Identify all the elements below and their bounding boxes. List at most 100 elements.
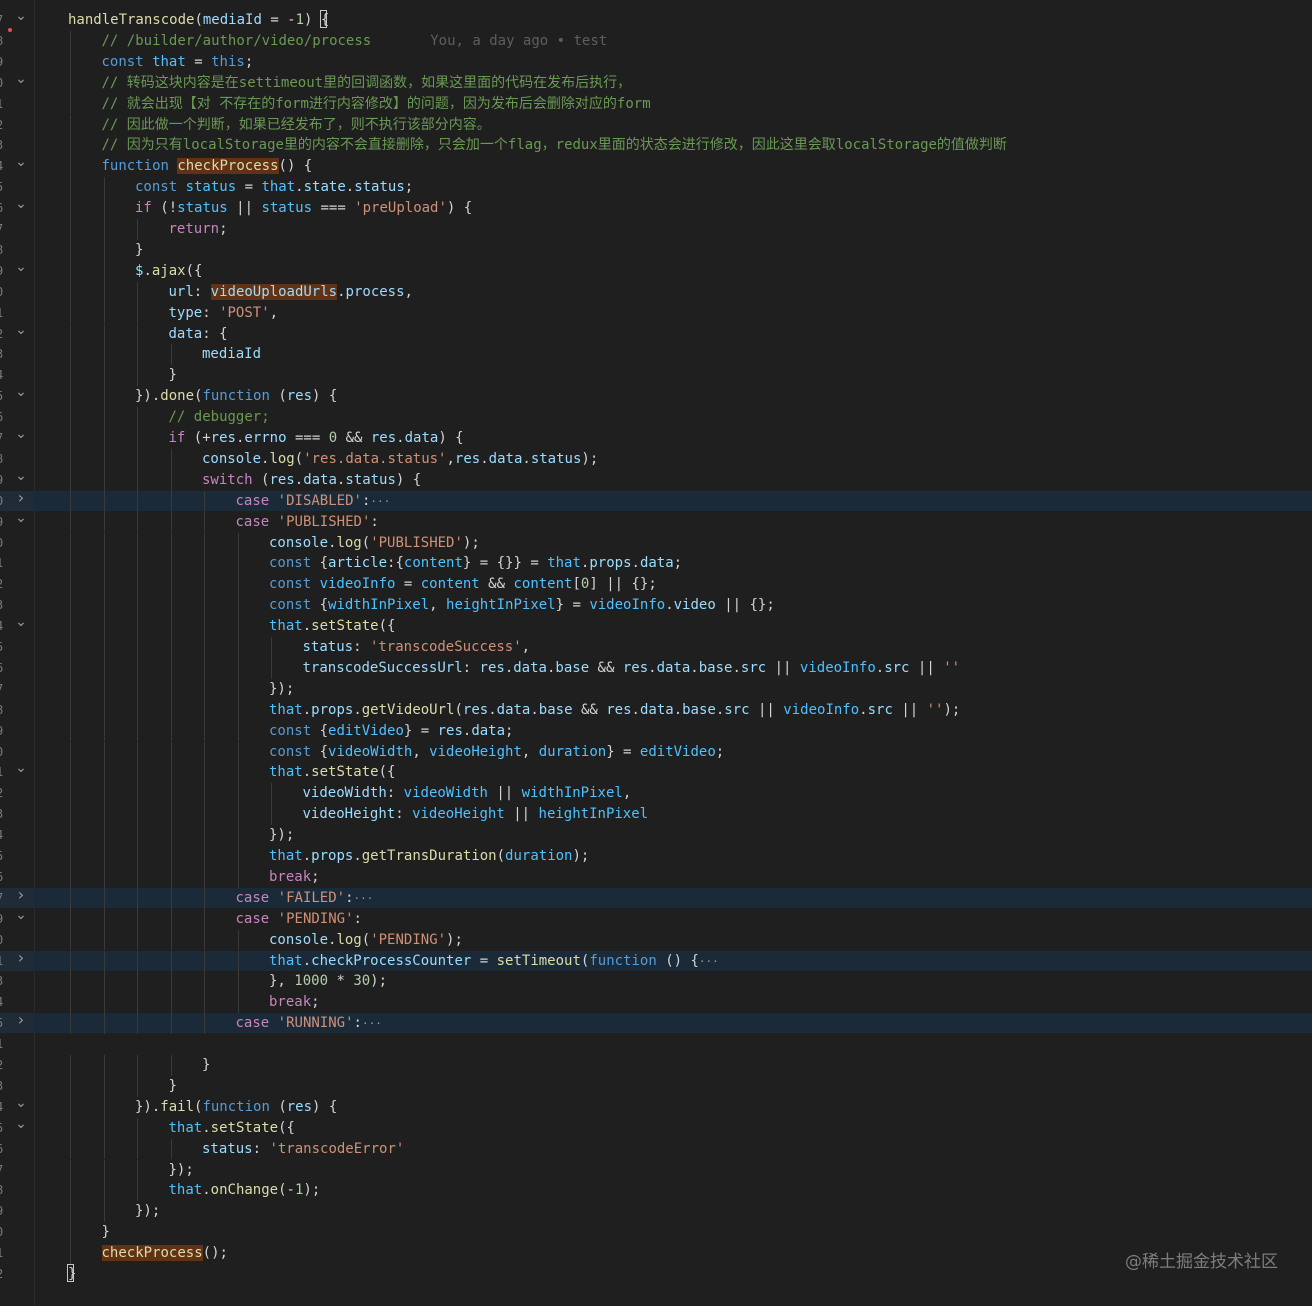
code-text[interactable]: handleTranscode(mediaId = -1) { xyxy=(68,12,329,28)
code-line[interactable]: 3 const {widthInPixel, heightInPixel} = v… xyxy=(0,595,1312,617)
code-line[interactable]: 5 › case 'RUNNING':··· xyxy=(0,1012,1312,1035)
code-line[interactable]: 3 mediaId xyxy=(0,344,1312,366)
code-text[interactable]: const {editVideo} = res.data; xyxy=(269,723,513,739)
code-line[interactable]: 9 ⌄ case 'PENDING': xyxy=(0,908,1312,930)
code-line[interactable]: 6 status: 'transcodeError' xyxy=(0,1138,1312,1160)
code-line[interactable]: 4 break; xyxy=(0,992,1312,1014)
code-line[interactable]: 1 // 就会出现【对 不存在的form进行内容修改】的问题，因为发布后会删除对应… xyxy=(0,93,1312,115)
code-line[interactable]: 3} xyxy=(0,1075,1312,1097)
code-text[interactable]: } xyxy=(169,367,177,383)
code-line[interactable]: 9⌄switch (res.data.status) { xyxy=(0,469,1312,491)
code-text[interactable]: }, 1000 * 30); xyxy=(269,973,387,989)
code-line[interactable]: 1›that.checkProcessCounter = setTimeout(… xyxy=(0,949,1312,972)
code-text[interactable]: const status = that.state.status; xyxy=(135,179,413,195)
code-text[interactable]: that.setState({ xyxy=(269,618,395,634)
code-text[interactable]: }); xyxy=(269,827,294,843)
code-line[interactable]: 6⌄if (!status || status === 'preUpload')… xyxy=(0,197,1312,219)
code-text[interactable]: type: 'POST', xyxy=(169,305,279,321)
code-line[interactable]: 1 xyxy=(0,1034,1312,1054)
code-text[interactable]: switch (res.data.status) { xyxy=(202,472,421,488)
code-text[interactable]: // 因为只有localStorage里的内容不会直接删除，只会加一个flag，… xyxy=(102,137,1007,153)
code-line[interactable]: 9 ⌄ case 'PUBLISHED': xyxy=(0,511,1312,533)
code-text[interactable]: // 就会出现【对 不存在的form进行内容修改】的问题，因为发布后会删除对应的… xyxy=(102,96,651,112)
code-text[interactable]: case 'DISABLED':··· xyxy=(236,493,391,510)
code-text[interactable]: videoHeight: videoHeight || heightInPixe… xyxy=(303,806,649,822)
code-line[interactable]: 7 return; xyxy=(0,219,1312,240)
code-text[interactable]: that.checkProcessCounter = setTimeout(fu… xyxy=(269,953,719,970)
code-text[interactable]: // debugger; xyxy=(169,409,270,425)
code-text[interactable]: case 'PENDING': xyxy=(236,911,362,927)
fold-chevron-down-icon[interactable]: ⌄ xyxy=(15,155,27,169)
fold-chevron-down-icon[interactable]: ⌄ xyxy=(15,761,27,775)
code-text[interactable]: break; xyxy=(269,869,320,885)
code-line[interactable]: 8console.log('res.data.status',res.data.… xyxy=(0,448,1312,470)
fold-chevron-down-icon[interactable]: ⌄ xyxy=(15,197,27,211)
fold-chevron-right-icon[interactable]: › xyxy=(15,1012,27,1028)
code-text[interactable]: function checkProcess() { xyxy=(102,158,312,175)
code-line[interactable]: 9 const that = this; xyxy=(0,51,1312,73)
code-text[interactable]: } xyxy=(102,1224,110,1240)
code-text[interactable]: const {videoWidth, videoHeight, duration… xyxy=(269,744,724,760)
code-line[interactable]: 0 › case 'DISABLED':··· xyxy=(0,489,1312,512)
code-line[interactable]: 2} xyxy=(0,1264,1312,1284)
code-line[interactable]: 1 type: 'POST', xyxy=(0,302,1312,324)
code-text[interactable]: status: 'transcodeSuccess', xyxy=(303,639,531,655)
folded-ellipsis[interactable]: ··· xyxy=(362,1017,382,1030)
code-line[interactable]: 2 ⌄ data: { xyxy=(0,323,1312,345)
folded-ellipsis[interactable]: ··· xyxy=(354,892,374,905)
code-text[interactable]: mediaId xyxy=(202,346,261,362)
code-line[interactable]: 4}); xyxy=(0,825,1312,846)
code-line[interactable]: 7 › case 'FAILED':··· xyxy=(0,886,1312,909)
code-line[interactable]: 7}); xyxy=(0,678,1312,700)
code-text[interactable]: transcodeSuccessUrl: res.data.base && re… xyxy=(303,660,961,676)
fold-chevron-down-icon[interactable]: ⌄ xyxy=(15,385,27,399)
code-text[interactable]: const that = this; xyxy=(102,54,254,70)
code-line[interactable]: 7⌄if (+res.errno === 0 && res.data) { xyxy=(0,427,1312,449)
code-line[interactable]: 2 const videoInfo = content && content[0]… xyxy=(0,574,1312,596)
code-line[interactable]: 8 that.onChange(-1); xyxy=(0,1180,1312,1202)
code-line[interactable]: 9}); xyxy=(0,1201,1312,1223)
code-text[interactable]: videoWidth: videoWidth || widthInPixel, xyxy=(303,785,632,801)
code-text[interactable]: }).done(function (res) { xyxy=(135,388,337,404)
code-line[interactable]: 0 console.log('PUBLISHED'); xyxy=(0,532,1312,554)
code-text[interactable]: const {widthInPixel, heightInPixel} = vi… xyxy=(269,597,775,613)
code-text[interactable]: break; xyxy=(269,994,320,1010)
code-text[interactable]: that.props.getVideoUrl(res.data.base && … xyxy=(269,702,960,718)
code-line[interactable]: 6 break; xyxy=(0,866,1312,888)
fold-chevron-down-icon[interactable]: ⌄ xyxy=(15,427,27,441)
fold-chevron-down-icon[interactable]: ⌄ xyxy=(15,9,27,23)
code-line[interactable]: 0 const {videoWidth, videoHeight, duratio… xyxy=(0,741,1312,763)
code-text[interactable]: // 转码这块内容是在settimeout里的回调函数，如果这里面的代码在发布后… xyxy=(102,75,632,91)
code-line[interactable]: 3}, 1000 * 30); xyxy=(0,971,1312,993)
code-text[interactable]: } xyxy=(135,242,143,258)
code-line[interactable]: 1 ⌄ that.setState({ xyxy=(0,761,1312,784)
code-text[interactable]: }); xyxy=(135,1203,160,1219)
code-line[interactable]: 4} xyxy=(0,365,1312,387)
code-text[interactable]: case 'FAILED':··· xyxy=(236,890,374,907)
code-line[interactable]: 2} xyxy=(0,1055,1312,1076)
code-text[interactable]: that.onChange(-1); xyxy=(169,1182,321,1198)
code-text[interactable]: const {article:{content} = {}} = that.pr… xyxy=(269,555,682,571)
code-line[interactable]: 0} xyxy=(0,1222,1312,1244)
code-line[interactable]: 0 console.log('PENDING'); xyxy=(0,929,1312,951)
code-line[interactable]: 8that.props.getVideoUrl(res.data.base &&… xyxy=(0,699,1312,721)
code-line[interactable]: 3 videoHeight: videoHeight || heightInPix… xyxy=(0,804,1312,826)
code-text[interactable]: if (+res.errno === 0 && res.data) { xyxy=(169,430,464,446)
fold-chevron-down-icon[interactable]: ⌄ xyxy=(15,323,27,337)
code-text[interactable]: console.log('PUBLISHED'); xyxy=(269,535,480,551)
code-text[interactable]: console.log('res.data.status',res.data.s… xyxy=(202,451,598,467)
code-text[interactable]: console.log('PENDING'); xyxy=(269,932,463,948)
code-line[interactable]: 9 const {editVideo} = res.data; xyxy=(0,720,1312,742)
code-text[interactable]: } xyxy=(169,1078,177,1094)
code-line[interactable]: 9 ⌄ $.ajax({ xyxy=(0,260,1312,282)
fold-chevron-down-icon[interactable]: ⌄ xyxy=(15,1117,27,1131)
fold-chevron-down-icon[interactable]: ⌄ xyxy=(15,72,27,86)
code-line[interactable]: 2 videoWidth: videoWidth || widthInPixel, xyxy=(0,783,1312,805)
code-text[interactable]: if (!status || status === 'preUpload') { xyxy=(135,200,472,216)
code-line[interactable]: 2 // 因此做一个判断，如果已经发布了，则不执行该部分内容。 xyxy=(0,114,1312,136)
code-line[interactable]: 5 status: 'transcodeSuccess', xyxy=(0,637,1312,658)
fold-chevron-right-icon[interactable]: › xyxy=(15,949,27,965)
code-line[interactable]: 1 const {article:{content} = {}} = that.p… xyxy=(0,553,1312,575)
fold-chevron-down-icon[interactable]: ⌄ xyxy=(15,469,27,483)
code-line[interactable]: 0 ⌄ // 转码这块内容是在settimeout里的回调函数，如果这里面的代码在发… xyxy=(0,72,1312,94)
